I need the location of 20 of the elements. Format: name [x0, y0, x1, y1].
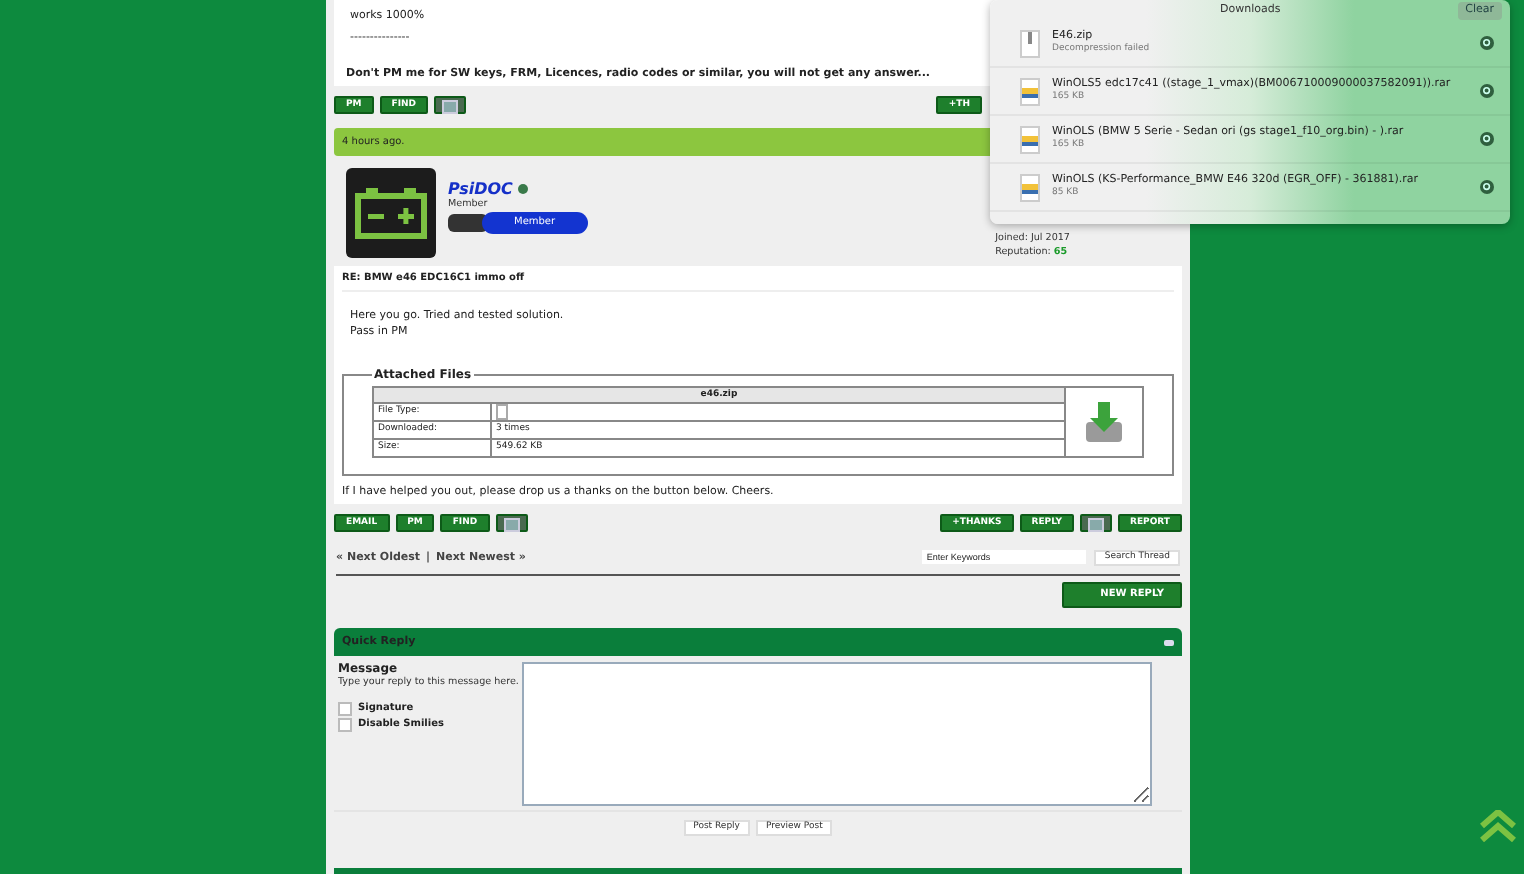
- file-icon: [496, 404, 508, 420]
- archive-file-icon: [1020, 125, 1040, 153]
- username-link[interactable]: PsiDOC: [448, 180, 513, 198]
- user-rank-icon: [448, 214, 488, 232]
- icon-button[interactable]: [434, 96, 467, 114]
- checkbox[interactable]: [338, 701, 352, 715]
- show-in-folder-icon[interactable]: [1480, 180, 1494, 194]
- message-input[interactable]: [522, 662, 1152, 806]
- show-in-folder-icon[interactable]: [1480, 84, 1494, 98]
- zip-file-icon: [1020, 29, 1040, 57]
- icon-button[interactable]: [1080, 514, 1112, 532]
- archive-file-icon: [1020, 77, 1040, 105]
- battery-icon: [346, 168, 436, 258]
- checkbox[interactable]: [338, 717, 352, 731]
- collapse-icon[interactable]: [1164, 639, 1174, 645]
- show-in-folder-icon[interactable]: [1480, 36, 1494, 50]
- archive-file-icon: [1020, 173, 1040, 201]
- show-in-folder-icon[interactable]: [1480, 132, 1494, 146]
- icon-button[interactable]: [495, 514, 528, 532]
- download-icon[interactable]: [1084, 400, 1124, 444]
